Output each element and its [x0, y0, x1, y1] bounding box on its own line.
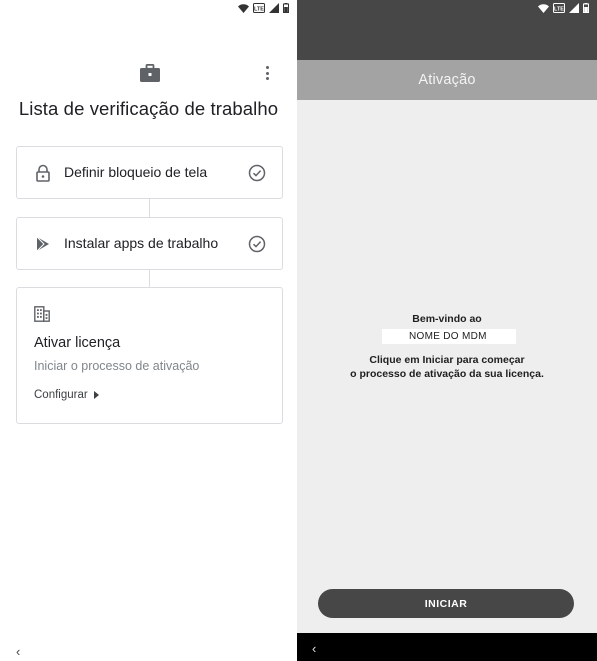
- checklist-item-label: Instalar apps de trabalho: [64, 235, 219, 251]
- check-circle-icon: [248, 164, 266, 182]
- start-button[interactable]: INICIAR: [318, 589, 574, 618]
- license-subtitle: Iniciar o processo de ativação: [34, 359, 200, 373]
- play-store-icon: [36, 236, 49, 252]
- right-screen: LTE Ativação Bem-vindo ao NOME DO MDM Cl…: [297, 0, 597, 661]
- signal-icon: [269, 3, 279, 13]
- arrow-right-icon: [93, 391, 99, 399]
- checklist-item-label: Definir bloqueio de tela: [64, 164, 208, 180]
- license-card: Ativar licença Iniciar o processo de ati…: [16, 287, 283, 424]
- step-connector: [149, 199, 150, 217]
- wifi-icon: [238, 3, 249, 13]
- welcome-text: Bem-vindo ao: [412, 313, 482, 325]
- back-button[interactable]: ‹: [16, 644, 20, 659]
- lte-icon: LTE: [253, 3, 265, 13]
- battery-icon: [283, 3, 289, 13]
- navigation-bar: ‹: [0, 636, 297, 661]
- activation-header: Ativação: [297, 60, 597, 100]
- instruction-line: o processo de ativação da sua licença.: [350, 368, 544, 380]
- license-title: Ativar licença: [34, 335, 121, 351]
- navigation-bar: ‹: [297, 633, 597, 661]
- check-circle-icon: [248, 235, 266, 253]
- building-icon: [34, 306, 50, 322]
- status-bar: LTE: [0, 0, 297, 16]
- more-options-button[interactable]: [258, 63, 276, 83]
- briefcase-icon: [140, 64, 160, 82]
- app-bar: [297, 16, 597, 60]
- header-title: Ativação: [418, 72, 476, 88]
- more-vert-icon: [265, 66, 269, 69]
- page-title: Lista de verificação de trabalho: [18, 98, 279, 119]
- status-bar: LTE: [297, 0, 597, 16]
- left-screen: LTE Lista de verificação de trabalho Def…: [0, 0, 297, 661]
- battery-icon: [583, 3, 589, 13]
- configure-label: Configurar: [34, 389, 88, 401]
- checklist-item-screen-lock[interactable]: Definir bloqueio de tela: [16, 146, 283, 199]
- configure-link[interactable]: Configurar: [34, 389, 99, 401]
- wifi-icon: [538, 3, 549, 13]
- lte-icon: LTE: [553, 3, 565, 13]
- signal-icon: [569, 3, 579, 13]
- checklist-item-install-apps[interactable]: Instalar apps de trabalho: [16, 217, 283, 270]
- step-connector: [149, 270, 150, 287]
- lock-icon: [36, 164, 50, 182]
- instruction-line: Clique em Iniciar para começar: [369, 354, 525, 366]
- instruction-text: Clique em Iniciar para começar o process…: [297, 353, 597, 381]
- back-button[interactable]: ‹: [312, 641, 316, 656]
- lte-label: LTE: [254, 7, 264, 13]
- mdm-name: NOME DO MDM: [382, 329, 516, 344]
- lte-label: LTE: [554, 7, 564, 13]
